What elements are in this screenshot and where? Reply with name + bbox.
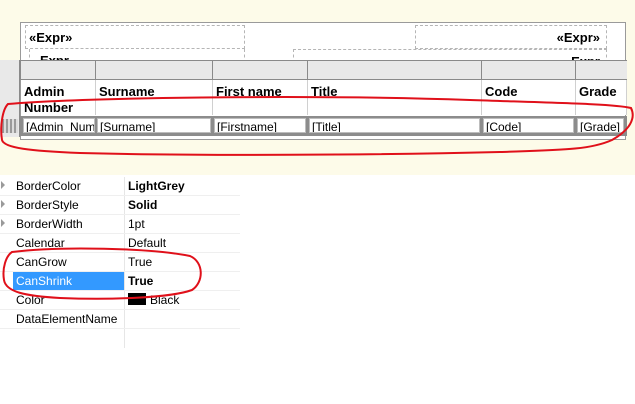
property-value[interactable] bbox=[125, 310, 240, 328]
property-row-borderstyle[interactable]: BorderStyle Solid bbox=[0, 196, 240, 215]
column-handle[interactable] bbox=[575, 61, 576, 79]
property-value[interactable]: Default bbox=[125, 234, 240, 252]
detail-cell-grade[interactable]: [Grade] bbox=[577, 118, 624, 133]
report-design-surface: «Expr» «Expr» Expr Expr Admin Number Sur… bbox=[0, 0, 635, 175]
property-row-borderwidth[interactable]: BorderWidth 1pt bbox=[0, 215, 240, 234]
column-handle[interactable] bbox=[212, 61, 213, 79]
property-row-dataelementname[interactable]: DataElementName bbox=[0, 310, 240, 329]
expr-textbox-right[interactable]: «Expr» bbox=[415, 25, 607, 49]
property-name: BorderWidth bbox=[16, 217, 83, 231]
header-cell-code[interactable]: Code bbox=[482, 80, 576, 115]
expand-arrow-icon[interactable] bbox=[1, 181, 5, 189]
expand-arrow-icon[interactable] bbox=[1, 219, 5, 227]
color-swatch bbox=[128, 293, 146, 305]
detail-cell-admin-num[interactable]: [Admin_Num bbox=[23, 118, 95, 133]
property-row-calendar[interactable]: Calendar Default bbox=[0, 234, 240, 253]
property-value[interactable]: 1pt bbox=[125, 215, 240, 233]
detail-cell-code[interactable]: [Code] bbox=[483, 118, 574, 133]
header-cell-admin-number[interactable]: Admin Number bbox=[21, 80, 96, 115]
property-name: BorderColor bbox=[16, 179, 81, 193]
expand-arrow-icon[interactable] bbox=[1, 200, 5, 208]
header-cell-title[interactable]: Title bbox=[308, 80, 482, 115]
color-value-text: Black bbox=[150, 293, 180, 307]
property-name-selected: CanShrink bbox=[13, 272, 124, 290]
header-cell-surname[interactable]: Surname bbox=[96, 80, 213, 115]
property-name: BorderStyle bbox=[16, 198, 79, 212]
property-name: CanGrow bbox=[16, 255, 67, 269]
detail-cell-title[interactable]: [Title] bbox=[309, 118, 480, 133]
property-name: Color bbox=[16, 293, 45, 307]
property-value[interactable]: Solid bbox=[125, 196, 240, 214]
property-value[interactable]: True bbox=[125, 253, 240, 271]
detail-cell-firstname[interactable]: [Firstname] bbox=[214, 118, 306, 133]
property-row-cangrow[interactable]: CanGrow True bbox=[0, 253, 240, 272]
column-handle[interactable] bbox=[307, 61, 308, 79]
property-name: Calendar bbox=[16, 236, 65, 250]
property-row-canshrink[interactable]: CanShrink True bbox=[0, 272, 240, 291]
selected-row-handle-icon[interactable] bbox=[2, 119, 18, 133]
property-value[interactable]: True bbox=[125, 272, 240, 290]
property-row-color[interactable]: Color Black bbox=[0, 291, 240, 310]
column-handle[interactable] bbox=[95, 61, 96, 79]
header-cell-grade[interactable]: Grade bbox=[576, 80, 627, 115]
expr-textbox-left[interactable]: «Expr» bbox=[25, 25, 245, 49]
column-handle[interactable] bbox=[20, 61, 21, 79]
header-cell-first-name[interactable]: First name bbox=[213, 80, 308, 115]
property-value[interactable]: LightGrey bbox=[125, 177, 240, 195]
detail-cell-surname[interactable]: [Surname] bbox=[97, 118, 211, 133]
property-value[interactable]: Black bbox=[125, 291, 240, 309]
column-handle[interactable] bbox=[481, 61, 482, 79]
tablix-column-handles[interactable] bbox=[0, 60, 627, 80]
property-row-bordercolor[interactable]: BorderColor LightGrey bbox=[0, 177, 240, 196]
property-name: DataElementName bbox=[16, 312, 118, 326]
